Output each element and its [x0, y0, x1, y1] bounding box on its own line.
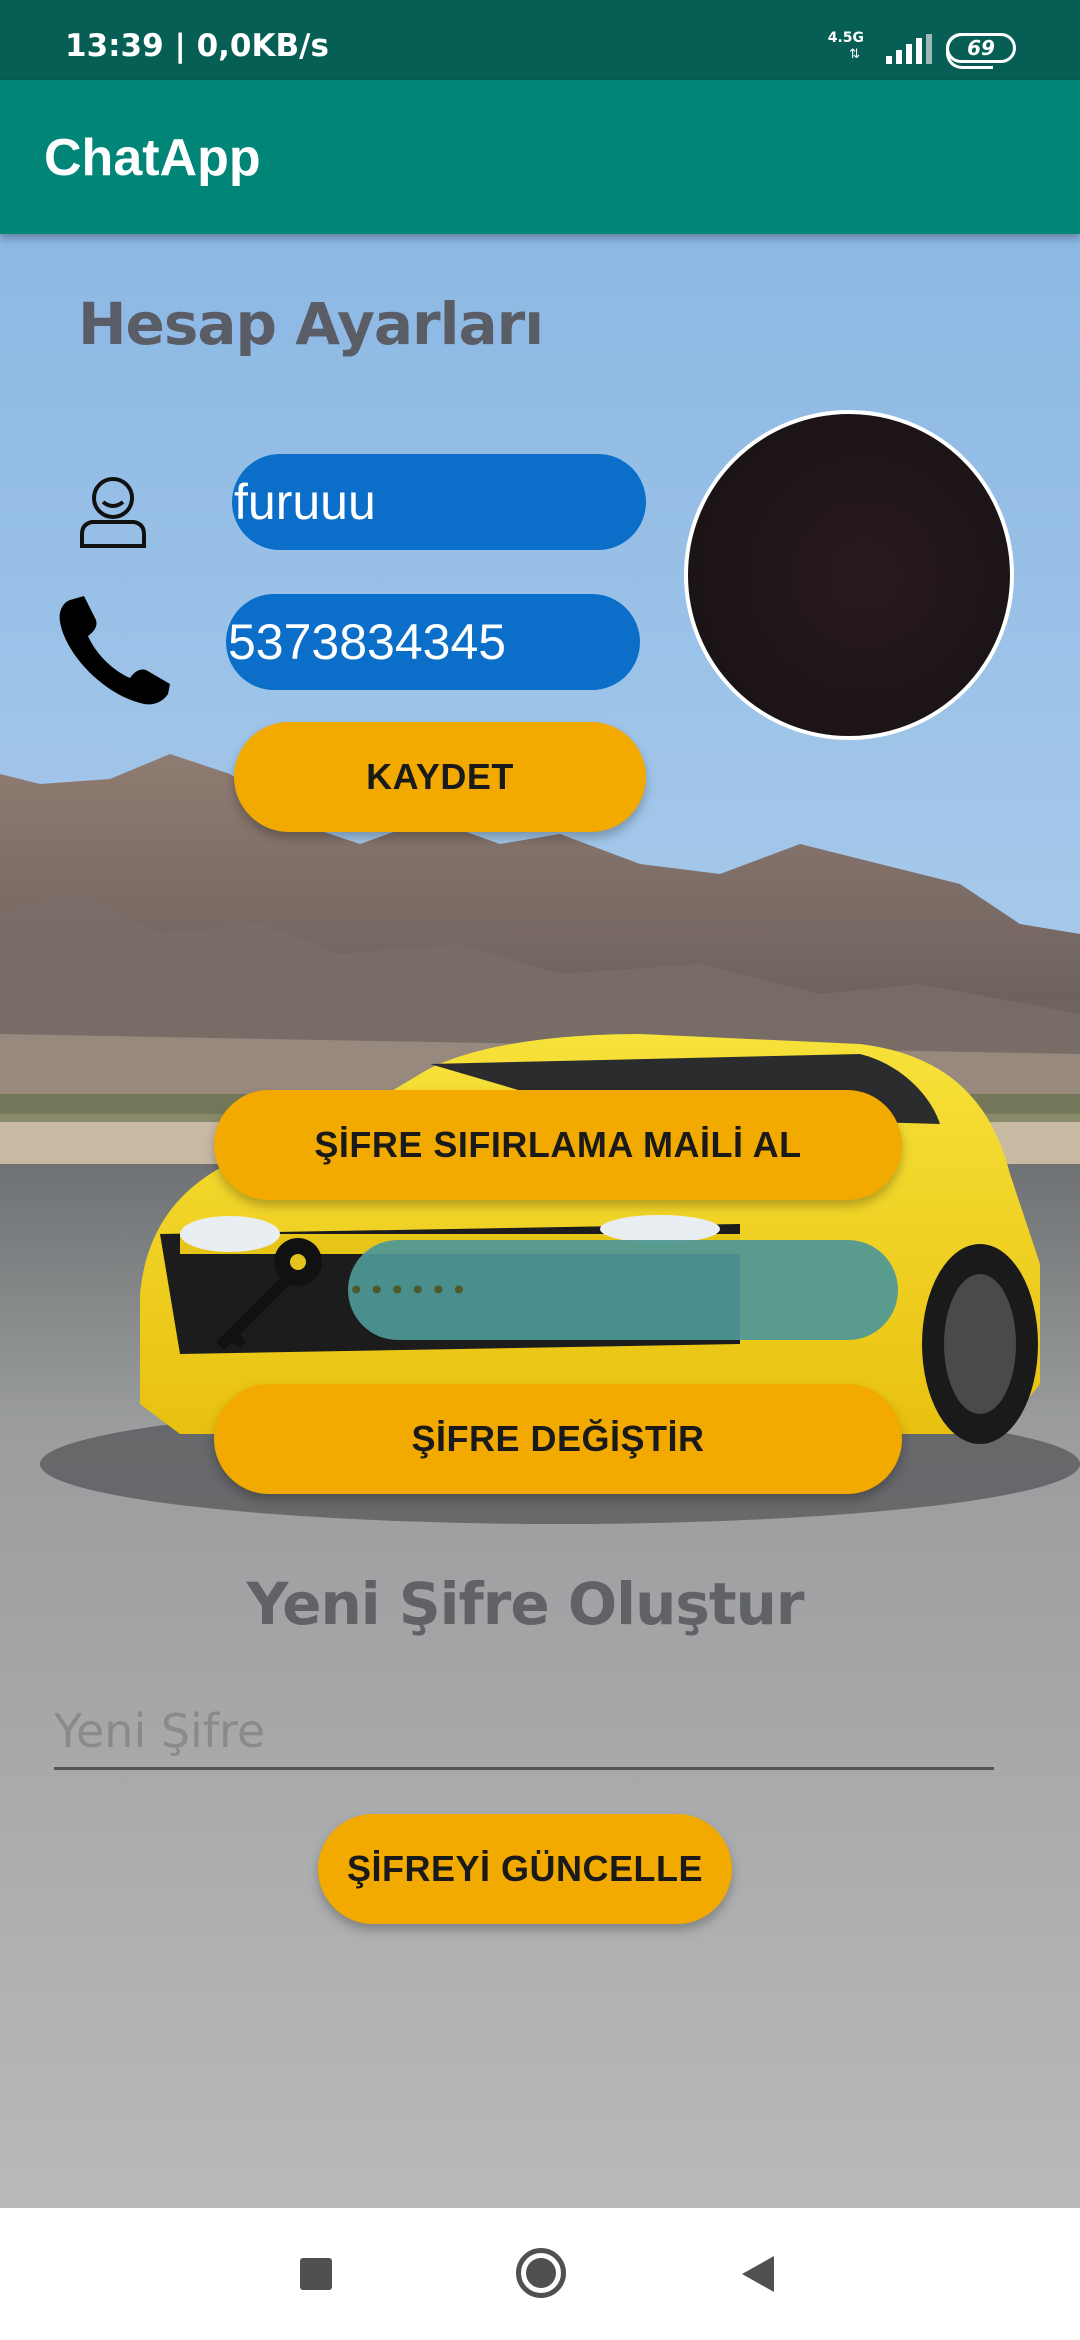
account-settings-title: Hesap Ayarları [78, 290, 544, 358]
new-password-field[interactable] [54, 1694, 994, 1770]
new-password-input[interactable] [54, 1694, 994, 1767]
back-icon[interactable] [742, 2256, 774, 2292]
profile-avatar[interactable] [684, 410, 1014, 740]
key-icon [216, 1238, 322, 1350]
current-password-field[interactable]: •••••• [348, 1240, 898, 1340]
battery-icon: 69 [946, 33, 1016, 69]
change-password-button[interactable]: ŞİFRE DEĞİŞTİR [214, 1384, 902, 1494]
update-password-button[interactable]: ŞİFREYİ GÜNCELLE [318, 1814, 732, 1924]
user-outline-icon [80, 477, 146, 548]
recents-icon[interactable] [300, 2258, 332, 2290]
username-field[interactable]: furuuu [232, 454, 646, 550]
home-icon[interactable] [516, 2248, 566, 2298]
status-bar: 13:39 | 0,0KB/s 4.5G ⇅ 69 [0, 0, 1080, 80]
phone-icon [59, 596, 170, 705]
app-title: ChatApp [44, 129, 261, 187]
status-indicators: 4.5G ⇅ 69 [796, 28, 1016, 69]
signal-icon [886, 34, 932, 64]
password-reset-mail-button[interactable]: ŞİFRE SIFIRLAMA MAİLİ AL [214, 1090, 902, 1200]
status-time: 13:39 | 0,0KB/s [65, 28, 329, 64]
navigation-bar [0, 2208, 1080, 2340]
app-bar: ChatApp [0, 80, 1080, 234]
save-button[interactable]: KAYDET [234, 722, 646, 832]
new-password-title: Yeni Şifre Oluştur [246, 1570, 804, 1638]
battery-level: 69 [967, 36, 995, 60]
data-activity-icon: ⇅ [849, 46, 860, 61]
phone-field[interactable]: 5373834345 [226, 594, 640, 690]
network-type-label: 4.5G [827, 30, 864, 46]
